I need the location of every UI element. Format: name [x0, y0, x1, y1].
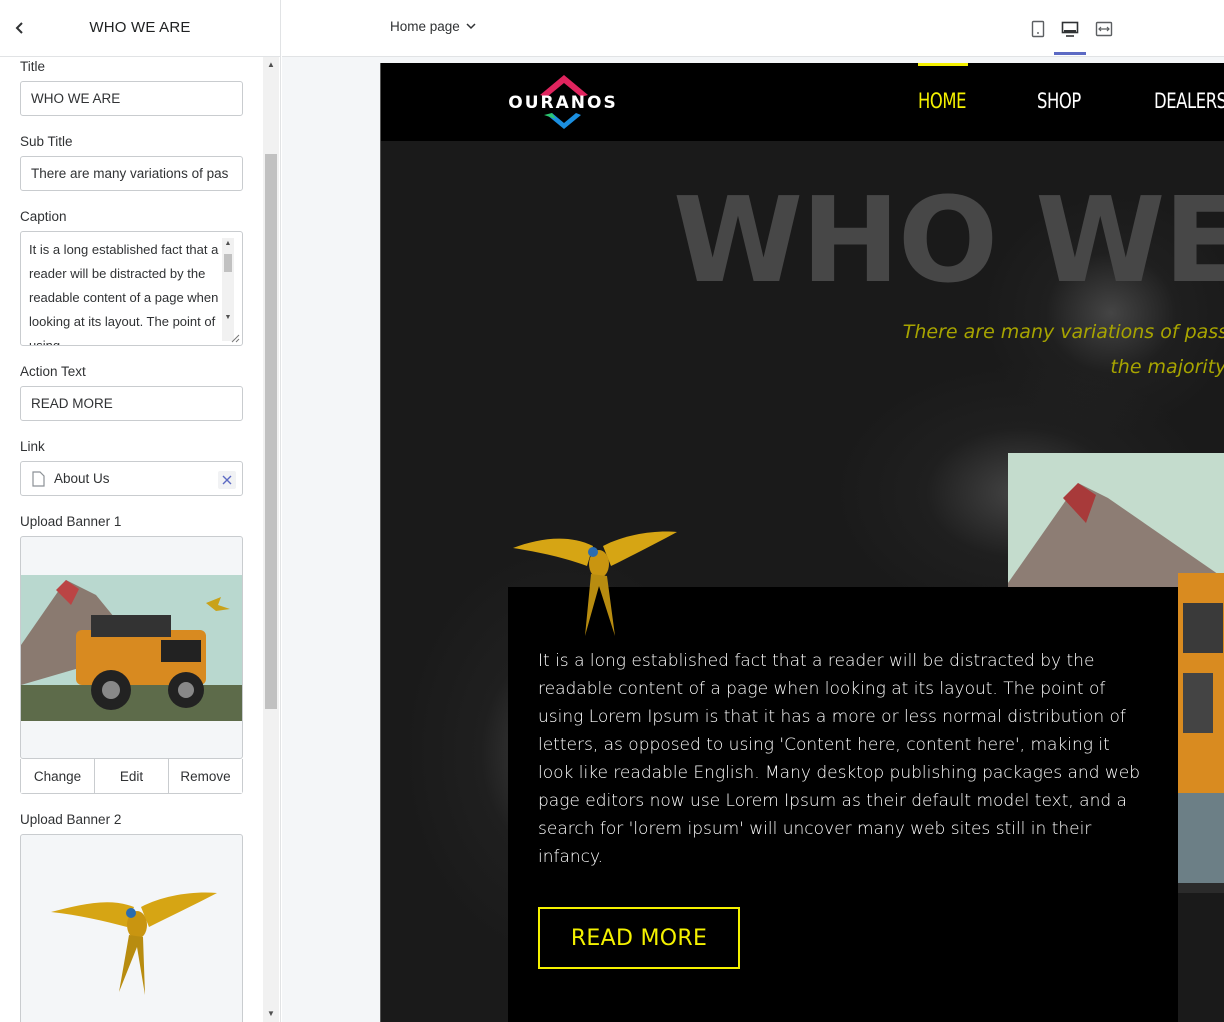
resize-handle-icon[interactable] — [231, 334, 240, 343]
mobile-icon — [1031, 20, 1045, 38]
desktop-view-button[interactable] — [1054, 14, 1086, 44]
scroll-down-icon[interactable]: ▼ — [222, 312, 234, 324]
banner1-actions: Change Edit Remove — [20, 759, 243, 794]
active-device-indicator — [1054, 52, 1086, 55]
mobile-view-button[interactable] — [1022, 14, 1054, 44]
back-button[interactable] — [8, 16, 32, 40]
subtitle-line-1: There are many variations of passages of… — [902, 321, 1224, 343]
change-banner1-button[interactable]: Change — [21, 759, 95, 793]
link-value: About Us — [54, 471, 110, 486]
caption-textarea-text: It is a long established fact that a rea… — [29, 242, 219, 346]
logo-text: OURANOS — [508, 93, 618, 113]
caption-label: Caption — [20, 209, 67, 224]
section-heading: WHO WE — [673, 171, 1224, 309]
banner1-label: Upload Banner 1 — [20, 514, 122, 529]
caption-textarea[interactable]: It is a long established fact that a rea… — [20, 231, 243, 346]
page-selector-label: Home page — [390, 19, 460, 34]
nav-home[interactable]: HOME — [918, 89, 967, 113]
fullwidth-view-button[interactable] — [1088, 14, 1120, 44]
link-picker[interactable]: About Us — [20, 461, 243, 496]
fullwidth-icon — [1095, 21, 1113, 37]
banner2-label: Upload Banner 2 — [20, 812, 122, 827]
subtitle-line-2: the majority have suffered — [1110, 356, 1224, 378]
banner1-preview — [20, 536, 243, 759]
chevron-left-icon — [15, 22, 23, 34]
site-header: OURANOS HOME SHOP DEALERS — [381, 63, 1224, 141]
sidebar-title: WHO WE ARE — [89, 19, 191, 36]
document-icon — [32, 471, 45, 487]
jeep-banner-thumbnail — [21, 575, 242, 721]
clear-link-button[interactable] — [218, 471, 236, 489]
remove-banner1-button[interactable]: Remove — [169, 759, 242, 793]
banner2-preview — [20, 834, 243, 1022]
subtitle-label: Sub Title — [20, 134, 73, 149]
edit-banner1-button[interactable]: Edit — [95, 759, 169, 793]
link-label: Link — [20, 439, 45, 454]
read-more-button[interactable]: READ MORE — [538, 907, 740, 969]
scroll-up-icon[interactable]: ▲ — [222, 238, 234, 250]
editor-toolbar: Home page — [282, 0, 1224, 57]
page-selector[interactable]: Home page — [390, 19, 476, 34]
nav-shop[interactable]: SHOP — [1037, 89, 1081, 113]
scroll-down-icon[interactable]: ▼ — [263, 1006, 279, 1022]
about-content-box: It is a long established fact that a rea… — [508, 587, 1178, 1022]
nav-dealers[interactable]: DEALERS — [1154, 89, 1224, 113]
section-subtitle: There are many variations of passages of… — [724, 315, 1224, 385]
settings-sidebar: WHO WE ARE Title WHO WE ARE Sub Title Th… — [0, 0, 281, 1022]
parrot-banner-thumbnail — [51, 892, 217, 995]
subtitle-input[interactable]: There are many variations of pas — [20, 156, 243, 191]
action-text-label: Action Text — [20, 364, 86, 379]
close-icon — [222, 475, 232, 485]
sidebar-scroll-thumb[interactable] — [265, 154, 277, 709]
sidebar-header: WHO WE ARE — [0, 0, 280, 57]
action-text-input[interactable]: READ MORE — [20, 386, 243, 421]
chevron-down-icon — [466, 23, 476, 30]
sidebar-scrollbar[interactable]: ▲ ▼ — [263, 57, 279, 1022]
title-input[interactable]: WHO WE ARE — [20, 81, 243, 116]
store-preview: OURANOS HOME SHOP DEALERS WHO WE There a… — [380, 63, 1224, 1022]
ouranos-logo[interactable]: OURANOS — [508, 73, 618, 133]
caption-scrollbar[interactable]: ▲ ▼ — [222, 238, 234, 341]
parrot-image — [513, 531, 677, 636]
scroll-up-icon[interactable]: ▲ — [263, 57, 279, 73]
nav-active-indicator — [918, 63, 968, 66]
sidebar-form: Title WHO WE ARE Sub Title There are man… — [0, 57, 263, 1022]
about-caption: It is a long established fact that a rea… — [538, 651, 1141, 867]
title-label: Title — [20, 59, 46, 74]
desktop-icon — [1061, 21, 1079, 37]
caption-scroll-thumb[interactable] — [224, 254, 232, 272]
